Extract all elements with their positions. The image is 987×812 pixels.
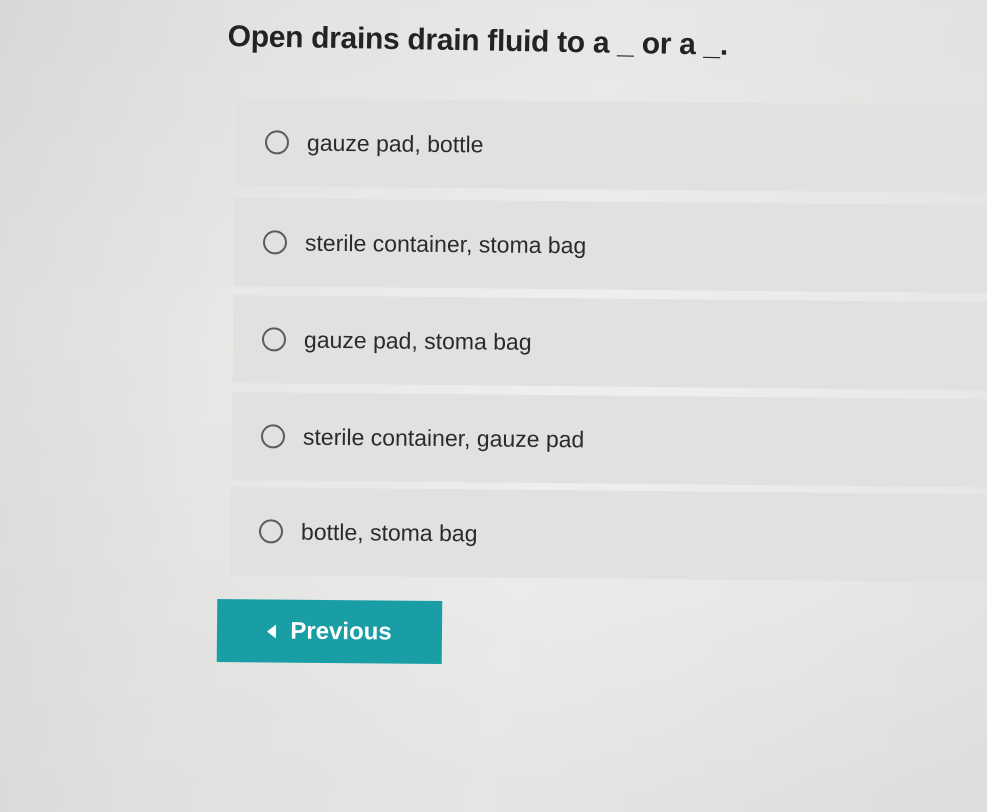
answer-option-label: gauze pad, stoma bag	[303, 326, 532, 355]
answer-option-label: bottle, stoma bag	[300, 518, 478, 546]
radio-button[interactable]	[260, 424, 286, 449]
answer-option-4[interactable]: sterile container, gauze pad	[231, 392, 987, 488]
answer-option-1[interactable]: gauze pad, bottle	[235, 98, 987, 194]
answer-options: gauze pad, bottle sterile container, sto…	[0, 0, 987, 812]
previous-button-label: Previous	[290, 617, 392, 646]
answer-option-5[interactable]: bottle, stoma bag	[229, 487, 987, 583]
previous-button[interactable]: Previous	[216, 599, 443, 664]
answer-option-label: gauze pad, bottle	[306, 129, 484, 157]
answer-option-label: sterile container, stoma bag	[304, 229, 587, 258]
radio-button[interactable]	[262, 230, 288, 255]
answer-option-label: sterile container, gauze pad	[302, 423, 585, 452]
radio-button[interactable]	[264, 130, 290, 155]
answer-option-2[interactable]: sterile container, stoma bag	[233, 198, 987, 294]
answer-option-3[interactable]: gauze pad, stoma bag	[232, 295, 987, 391]
radio-button[interactable]	[258, 519, 284, 544]
caret-left-icon	[267, 623, 277, 639]
radio-button[interactable]	[261, 327, 287, 352]
